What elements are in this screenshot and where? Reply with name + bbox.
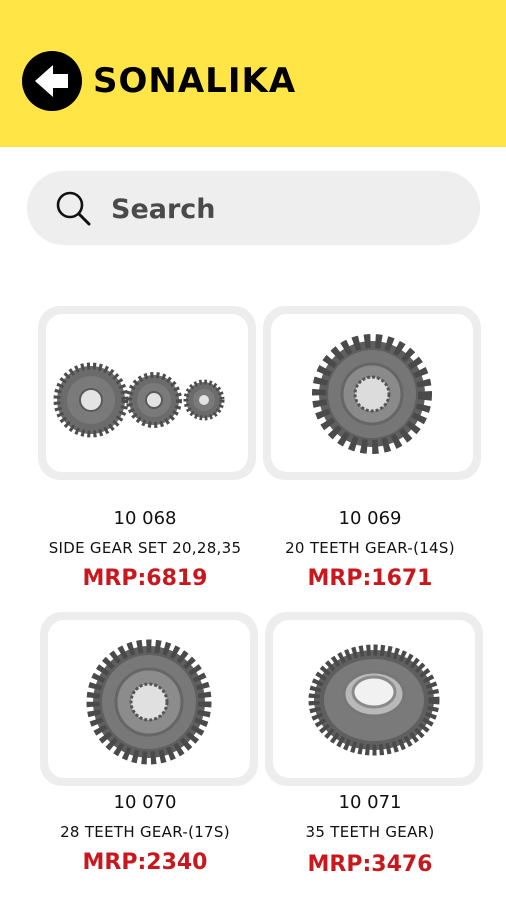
product-card[interactable]: 10 069 20 TEETH GEAR-(14S) MRP:1671 xyxy=(245,306,495,596)
gear-icon xyxy=(308,644,440,756)
gear-icon xyxy=(86,639,212,765)
search-input[interactable] xyxy=(109,185,453,233)
product-card[interactable]: 10 068 SIDE GEAR SET 20,28,35 MRP:6819 xyxy=(20,306,270,596)
product-card[interactable]: 10 071 35 TEETH GEAR) MRP:3476 xyxy=(245,612,495,900)
product-price: MRP:6819 xyxy=(82,566,208,591)
product-name: 28 TEETH GEAR-(17S) xyxy=(60,823,230,841)
product-price: MRP:1671 xyxy=(307,566,433,591)
gear-icon xyxy=(312,334,432,454)
product-name: 20 TEETH GEAR-(14S) xyxy=(285,539,455,557)
search-bar[interactable] xyxy=(27,171,480,245)
product-card[interactable]: 10 070 28 TEETH GEAR-(17S) MRP:2340 xyxy=(20,612,270,900)
product-image-frame xyxy=(38,306,256,480)
product-image-frame xyxy=(263,306,481,480)
product-price: MRP:2340 xyxy=(82,850,208,875)
page-title: SONALIKA xyxy=(93,61,297,101)
product-code: 10 070 xyxy=(113,792,177,813)
product-name: SIDE GEAR SET 20,28,35 xyxy=(48,539,242,557)
product-code: 10 068 xyxy=(113,508,177,529)
gear-set-icon xyxy=(53,362,225,438)
product-price: MRP:3476 xyxy=(307,852,433,877)
search-icon xyxy=(56,191,91,226)
product-code: 10 071 xyxy=(338,792,402,813)
app-header: SONALIKA xyxy=(0,0,506,147)
arrow-left-icon xyxy=(35,65,68,97)
product-code: 10 069 xyxy=(338,508,402,529)
product-name: 35 TEETH GEAR) xyxy=(305,823,435,841)
product-image-frame xyxy=(40,612,258,786)
back-button[interactable] xyxy=(22,51,82,111)
product-image-frame xyxy=(265,612,483,786)
